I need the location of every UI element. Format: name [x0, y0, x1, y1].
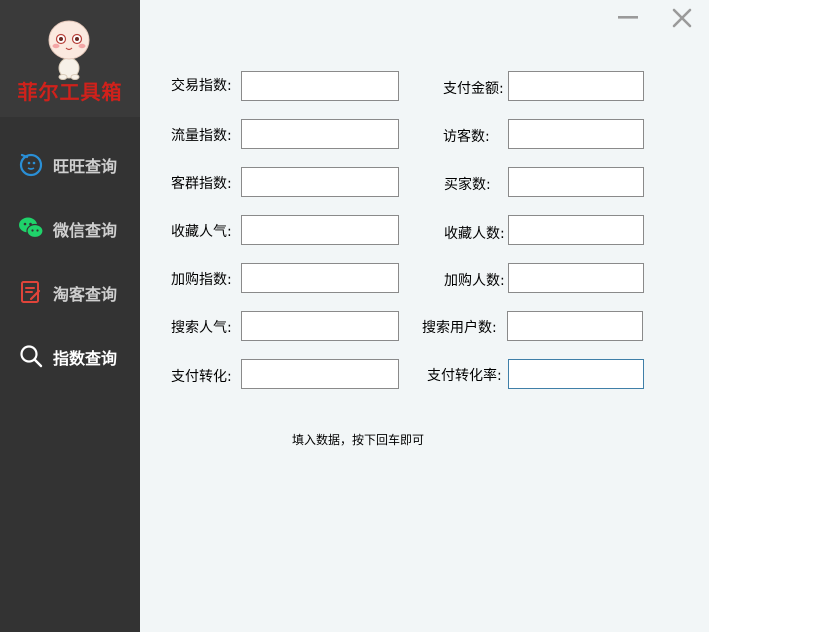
minimize-icon[interactable] — [617, 7, 639, 29]
favorite-count-input[interactable] — [508, 215, 644, 245]
sidebar: 菲尔工具箱 旺旺查询 微信查询 淘客查询 指数查询 — [0, 0, 140, 632]
traffic-index-input[interactable] — [241, 119, 399, 149]
search-popularity-input[interactable] — [241, 311, 399, 341]
add-cart-index-input[interactable] — [241, 263, 399, 293]
visitors-label: 访客数: — [443, 129, 490, 145]
payment-conversion-label: 支付转化: — [171, 369, 232, 385]
sidebar-item-label: 淘客查询 — [53, 285, 118, 304]
payment-conversion-input[interactable] — [241, 359, 399, 389]
logo-area: 菲尔工具箱 — [0, 0, 140, 117]
payment-amount-input[interactable] — [508, 71, 644, 101]
search-icon — [20, 345, 43, 368]
trade-index-label: 交易指数: — [171, 78, 232, 94]
sidebar-item-wechat[interactable]: 微信查询 — [0, 207, 140, 247]
close-icon[interactable] — [671, 7, 693, 29]
payment-conversion-rate-label: 支付转化率: — [427, 368, 502, 384]
buyers-input[interactable] — [508, 167, 644, 197]
buyers-label: 买家数: — [444, 177, 491, 193]
sidebar-item-label: 指数查询 — [53, 349, 118, 368]
add-cart-count-label: 加购人数: — [444, 273, 505, 289]
customer-group-index-label: 客群指数: — [171, 176, 232, 192]
favorite-popularity-input[interactable] — [241, 215, 399, 245]
wechat-icon — [19, 217, 44, 239]
add-cart-index-label: 加购指数: — [171, 272, 232, 288]
favorite-popularity-label: 收藏人气: — [171, 224, 232, 240]
trade-index-input[interactable] — [241, 71, 399, 101]
visitors-input[interactable] — [508, 119, 644, 149]
wangwang-icon — [19, 153, 43, 177]
search-users-label: 搜索用户数: — [422, 320, 497, 336]
search-users-input[interactable] — [507, 311, 643, 341]
sidebar-item-wangwang[interactable]: 旺旺查询 — [0, 143, 140, 183]
favorite-count-label: 收藏人数: — [444, 226, 505, 242]
sidebar-item-label: 微信查询 — [53, 221, 118, 240]
search-popularity-label: 搜索人气: — [171, 320, 232, 336]
hint-text: 填入数据，按下回车即可 — [292, 433, 425, 447]
customer-group-index-input[interactable] — [241, 167, 399, 197]
mascot-logo-icon — [48, 20, 90, 80]
payment-conversion-rate-input[interactable] — [508, 359, 644, 389]
sidebar-item-label: 旺旺查询 — [53, 157, 118, 176]
sidebar-item-index[interactable]: 指数查询 — [0, 335, 140, 375]
main-panel: 交易指数: 流量指数: 客群指数: 收藏人气: 加购指数: 搜索人气: 支付转化… — [140, 0, 709, 632]
logo-text: 菲尔工具箱 — [17, 80, 123, 104]
payment-amount-label: 支付金额: — [443, 81, 504, 97]
sidebar-item-taoke[interactable]: 淘客查询 — [0, 271, 140, 311]
add-cart-count-input[interactable] — [508, 263, 644, 293]
document-edit-icon — [21, 281, 41, 303]
traffic-index-label: 流量指数: — [171, 128, 232, 144]
